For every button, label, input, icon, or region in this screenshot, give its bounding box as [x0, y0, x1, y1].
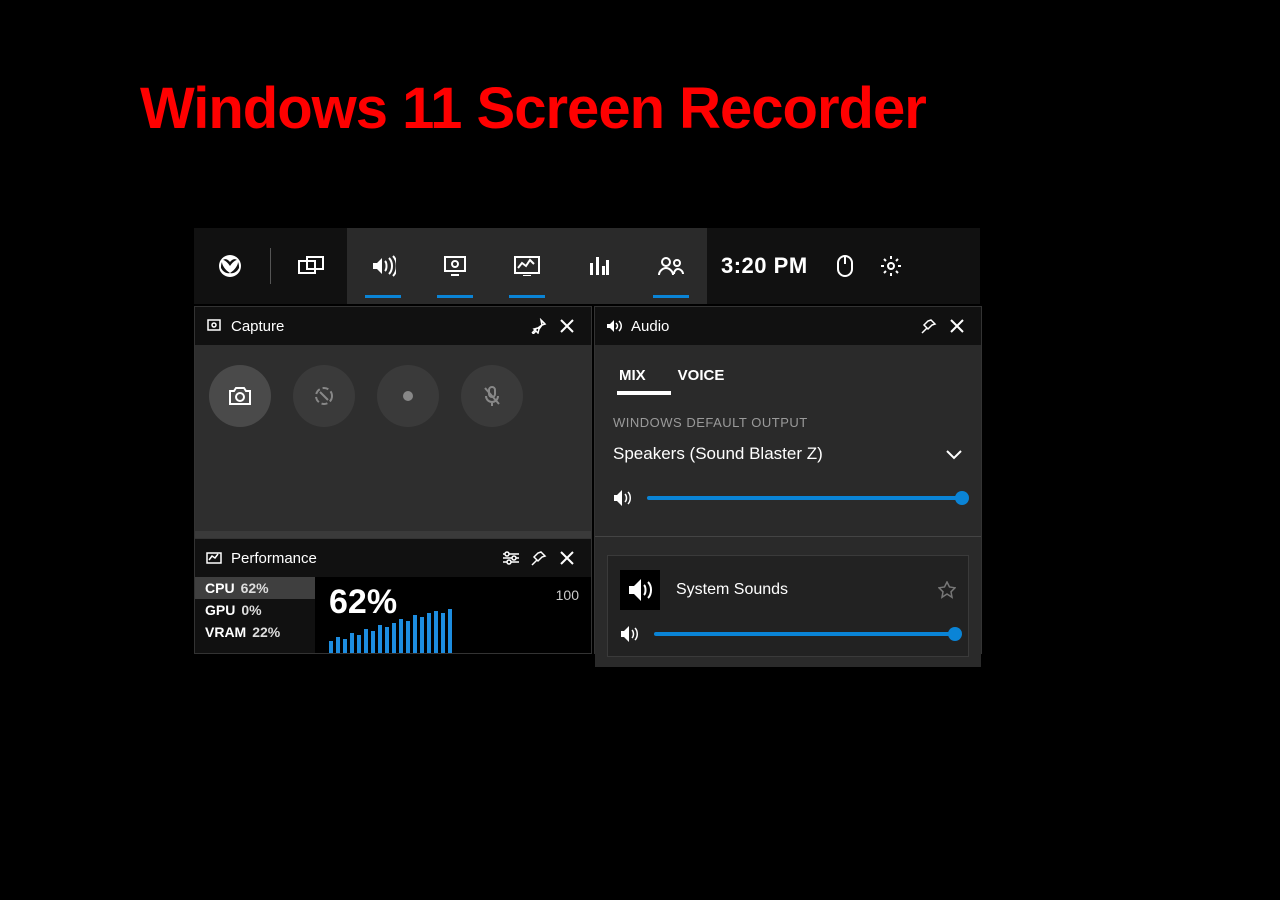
audio-body: WINDOWS DEFAULT OUTPUT Speakers (Sound B…: [595, 395, 981, 667]
pin-icon[interactable]: [525, 544, 553, 572]
performance-panel: Performance CPU 62% GPU 0%: [194, 538, 592, 654]
xbox-social-icon[interactable]: [635, 228, 707, 304]
pin-icon[interactable]: [525, 312, 553, 340]
metric-value: 0%: [241, 602, 261, 618]
options-icon[interactable]: [497, 544, 525, 572]
perf-row-gpu[interactable]: GPU 0%: [195, 599, 315, 621]
tab-mix[interactable]: MIX: [619, 367, 646, 384]
audio-widget-icon[interactable]: [347, 228, 419, 304]
audio-tabs: MIX VOICE: [595, 345, 981, 395]
performance-title: Performance: [231, 550, 317, 567]
divider: [270, 248, 271, 284]
system-sounds-icon: [620, 570, 660, 610]
perf-row-vram[interactable]: VRAM 22%: [195, 621, 315, 643]
resources-widget-icon[interactable]: [563, 228, 635, 304]
divider: [595, 536, 981, 537]
device-name: Speakers (Sound Blaster Z): [613, 444, 823, 464]
xbox-icon[interactable]: [194, 228, 266, 304]
screenshot-button[interactable]: [209, 365, 271, 427]
chart-bars: [329, 609, 452, 653]
capture-header: Capture: [195, 307, 591, 345]
audio-header: Audio: [595, 307, 981, 345]
speaker-icon[interactable]: [613, 490, 633, 506]
performance-chart: 62% 100: [315, 577, 591, 653]
close-icon[interactable]: [553, 312, 581, 340]
capture-panel: Capture: [194, 306, 592, 538]
audio-title: Audio: [631, 318, 669, 335]
metric-label: VRAM: [205, 624, 246, 640]
mic-toggle-button[interactable]: [461, 365, 523, 427]
app-volume-block: System Sounds: [607, 555, 969, 657]
clock: 3:20 PM: [707, 253, 822, 279]
tab-voice[interactable]: VOICE: [678, 367, 725, 384]
settings-icon[interactable]: [868, 228, 914, 304]
output-device-dropdown[interactable]: Speakers (Sound Blaster Z): [613, 444, 963, 464]
widgets-icon[interactable]: [275, 228, 347, 304]
record-last-button[interactable]: [293, 365, 355, 427]
active-underline: [365, 295, 401, 298]
capture-title: Capture: [231, 318, 284, 335]
metric-value: 62%: [241, 580, 269, 596]
favorite-star-icon[interactable]: [938, 581, 956, 599]
close-icon[interactable]: [943, 312, 971, 340]
audio-header-icon: [605, 319, 623, 333]
performance-body: CPU 62% GPU 0% VRAM 22% 62% 100: [195, 577, 591, 653]
gamebar-toolbar: 3:20 PM: [194, 228, 980, 304]
performance-header: Performance: [195, 539, 591, 577]
active-widget-group: [347, 228, 707, 304]
performance-widget-icon[interactable]: [491, 228, 563, 304]
audio-panel: Audio MIX VOICE WINDOWS DEFAULT OUTPUT S…: [594, 306, 982, 654]
active-underline: [437, 295, 473, 298]
active-underline: [653, 295, 689, 298]
metric-value: 22%: [252, 624, 280, 640]
performance-header-icon: [205, 552, 223, 564]
app-name-label: System Sounds: [676, 581, 922, 599]
master-volume-slider[interactable]: [647, 496, 963, 500]
chart-axis-max: 100: [556, 587, 579, 603]
pin-icon[interactable]: [915, 312, 943, 340]
capture-header-icon: [205, 319, 223, 333]
mouse-icon[interactable]: [822, 228, 868, 304]
perf-row-cpu[interactable]: CPU 62%: [195, 577, 315, 599]
close-icon[interactable]: [553, 544, 581, 572]
master-volume-row: [613, 490, 963, 506]
chevron-down-icon: [945, 448, 963, 460]
tab-active-underline: [617, 391, 671, 395]
page-title: Windows 11 Screen Recorder: [140, 75, 926, 142]
output-section-label: WINDOWS DEFAULT OUTPUT: [613, 415, 963, 430]
app-volume-row: [620, 626, 956, 642]
speaker-icon[interactable]: [620, 626, 640, 642]
capture-body: [195, 345, 591, 531]
start-recording-button[interactable]: [377, 365, 439, 427]
active-underline: [509, 295, 545, 298]
performance-metrics-list: CPU 62% GPU 0% VRAM 22%: [195, 577, 315, 653]
app-volume-slider[interactable]: [654, 632, 956, 636]
metric-label: GPU: [205, 602, 235, 618]
metric-label: CPU: [205, 580, 235, 596]
capture-widget-icon[interactable]: [419, 228, 491, 304]
